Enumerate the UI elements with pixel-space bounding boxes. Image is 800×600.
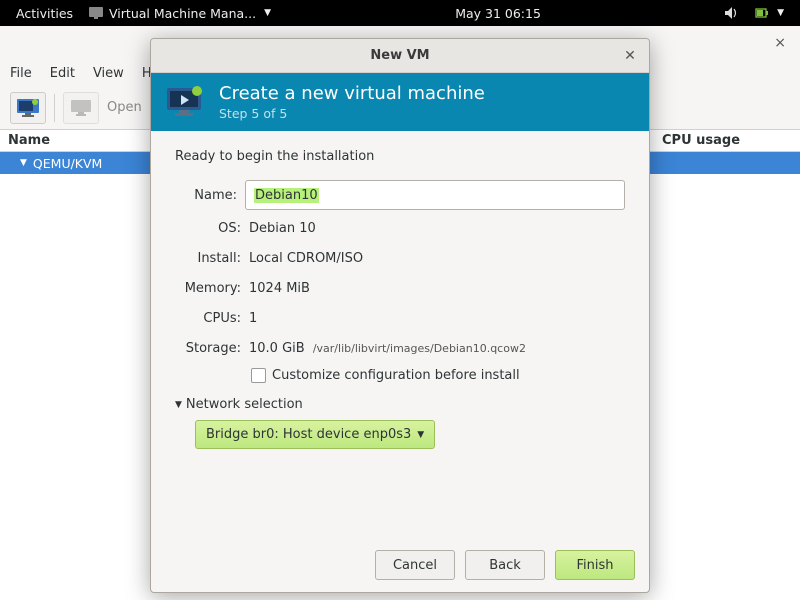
cancel-button[interactable]: Cancel	[375, 550, 455, 580]
chevron-down-icon: ▼	[264, 8, 271, 18]
os-value: Debian 10	[249, 221, 625, 236]
back-button[interactable]: Back	[465, 550, 545, 580]
menu-file[interactable]: File	[10, 66, 32, 81]
network-section-header[interactable]: ▼ Network selection	[175, 397, 625, 412]
customize-checkbox[interactable]	[251, 368, 266, 383]
vmm-app-icon	[89, 7, 103, 19]
new-vm-dialog: New VM ✕ Create a new virtual machine St…	[150, 38, 650, 593]
activities-button[interactable]: Activities	[8, 6, 81, 21]
storage-path: /var/lib/libvirt/images/Debian10.qcow2	[313, 342, 526, 355]
chevron-down-icon: ▼	[175, 400, 182, 410]
dialog-footer: Cancel Back Finish	[151, 538, 649, 592]
cpus-value: 1	[249, 311, 625, 326]
monitor-icon	[17, 99, 39, 117]
app-menu[interactable]: Virtual Machine Mana... ▼	[81, 6, 279, 21]
storage-label: Storage:	[175, 341, 241, 356]
system-status-area[interactable]: ▼	[717, 6, 792, 21]
memory-label: Memory:	[175, 281, 241, 296]
dialog-title: New VM	[370, 48, 429, 63]
menu-view[interactable]: View	[93, 66, 124, 81]
ready-label: Ready to begin the installation	[175, 149, 625, 164]
chevron-down-icon: ▼	[20, 158, 27, 168]
close-button[interactable]: ✕	[619, 45, 641, 67]
volume-icon	[725, 7, 739, 19]
name-label: Name:	[175, 188, 237, 203]
open-label: Open	[107, 100, 142, 115]
finish-button[interactable]: Finish	[555, 550, 635, 580]
os-label: OS:	[175, 221, 241, 236]
gnome-top-bar: Activities Virtual Machine Mana... ▼ May…	[0, 0, 800, 26]
chevron-down-icon: ▼	[417, 430, 424, 440]
col-cpu[interactable]: CPU usage	[662, 133, 792, 148]
dialog-header-title: Create a new virtual machine	[219, 83, 485, 104]
dialog-titlebar: New VM ✕	[151, 39, 649, 73]
dialog-header-step: Step 5 of 5	[219, 106, 485, 121]
network-select[interactable]: Bridge br0: Host device enp0s3 ▼	[195, 420, 435, 449]
new-vm-toolbar-button[interactable]	[10, 92, 46, 124]
clock[interactable]: May 31 06:15	[447, 6, 549, 21]
storage-value: 10.0 GiB	[249, 341, 305, 356]
monitor-icon	[71, 100, 91, 116]
menu-edit[interactable]: Edit	[50, 66, 75, 81]
chevron-down-icon: ▼	[777, 8, 784, 18]
install-value: Local CDROM/ISO	[249, 251, 625, 266]
name-input[interactable]: Debian10	[245, 180, 625, 210]
dialog-header: Create a new virtual machine Step 5 of 5	[151, 73, 649, 131]
cpus-label: CPUs:	[175, 311, 241, 326]
close-icon[interactable]: ×	[774, 35, 786, 51]
battery-icon	[755, 7, 769, 19]
customize-label: Customize configuration before install	[272, 368, 520, 383]
monitor-new-icon	[167, 86, 205, 118]
install-label: Install:	[175, 251, 241, 266]
open-vm-toolbar-button[interactable]	[63, 92, 99, 124]
memory-value: 1024 MiB	[249, 281, 625, 296]
